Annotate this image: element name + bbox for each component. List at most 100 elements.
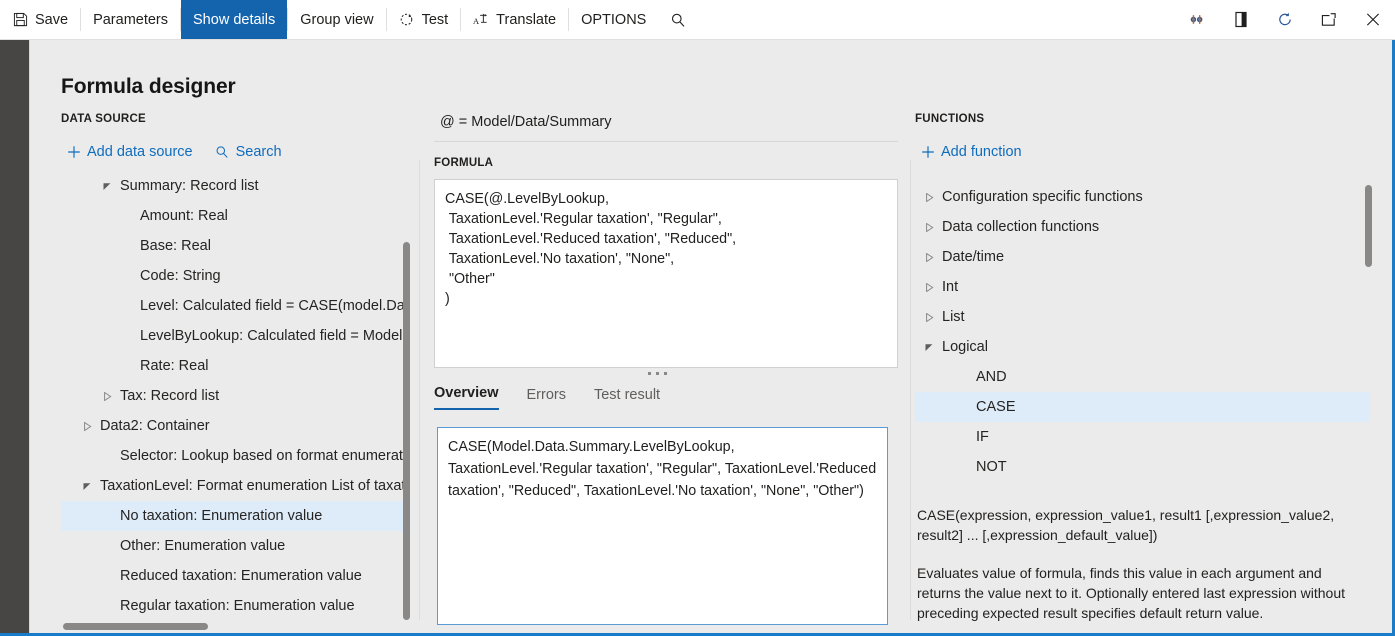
functions-tree-node-label: AND [976,369,1007,385]
functions-vscroll-thumb[interactable] [1365,185,1372,267]
data-source-hscroll-thumb[interactable] [63,623,208,630]
data-source-tree-node-label: Regular taxation: Enumeration value [120,598,355,614]
functions-tree-node-label: Logical [942,339,988,355]
functions-actions: Add function [920,144,1022,160]
translate-button[interactable]: A Translate [461,0,568,39]
chevron-right-icon[interactable] [923,191,936,204]
chevron-down-icon[interactable] [923,341,936,354]
chevron-right-icon[interactable] [923,251,936,264]
data-source-tree-node-label: Level: Calculated field = CASE(model.Dat… [140,298,403,314]
test-button-label: Test [422,12,449,28]
data-source-tree-node[interactable]: TaxationLevel: Format enumeration List o… [61,471,403,501]
functions-tree[interactable]: Configuration specific functionsData col… [915,182,1370,482]
group-view-button[interactable]: Group view [288,0,385,39]
functions-tree-node[interactable]: List [915,302,1370,332]
data-source-tree-node[interactable]: Code: String [61,261,403,291]
show-details-button[interactable]: Show details [181,0,287,39]
data-source-tree-node[interactable]: Reduced taxation: Enumeration value [61,561,403,591]
search-icon [670,12,686,28]
add-function-button[interactable]: Add function [920,144,1022,160]
data-source-caption: DATA SOURCE [61,113,146,125]
chevron-right-icon[interactable] [101,390,114,403]
tab-test-result[interactable]: Test result [594,387,660,410]
data-source-vscroll-thumb[interactable] [403,242,410,620]
data-source-tree-node[interactable]: No taxation: Enumeration value [61,501,403,531]
chevron-right-icon[interactable] [81,420,94,433]
data-source-tree-node[interactable]: Amount: Real [61,201,403,231]
data-source-actions: Add data source Search [66,144,282,160]
data-source-tree-node[interactable]: Summary: Record list [61,171,403,201]
context-path: @ = Model/Data/Summary [434,114,898,142]
column-divider-right [910,160,911,620]
options-button[interactable]: OPTIONS [569,0,658,39]
formula-editor[interactable]: CASE(@.LevelByLookup, TaxationLevel.'Reg… [434,179,898,368]
add-data-source-label: Add data source [87,144,193,160]
refresh-icon [1277,12,1293,28]
data-source-tree-node-label: Data2: Container [100,418,210,434]
add-function-label: Add function [941,144,1022,160]
data-source-tree-node[interactable]: Selector: Lookup based on format enumera… [61,441,403,471]
data-source-tree-node[interactable]: Rate: Real [61,351,403,381]
search-data-source-button[interactable]: Search [215,144,282,160]
tab-overview[interactable]: Overview [434,385,499,410]
functions-tree-node-label: Int [942,279,958,295]
data-source-tree-node-label: Other: Enumeration value [120,538,285,554]
functions-tree-node[interactable]: IF [915,422,1370,452]
help-book-icon [1233,12,1249,28]
data-source-tree-node-label: Reduced taxation: Enumeration value [120,568,362,584]
functions-tree-node[interactable]: Logical [915,332,1370,362]
overview-panel[interactable]: CASE(Model.Data.Summary.LevelByLookup, T… [437,427,888,625]
test-button[interactable]: Test [387,0,461,39]
data-source-tree-node[interactable]: Data2: Container [61,411,403,441]
popout-button[interactable] [1307,0,1351,39]
parameters-button-label: Parameters [93,12,168,28]
data-source-tree-node-label: Code: String [140,268,221,284]
functions-tree-node[interactable]: Int [915,272,1370,302]
data-source-tree-node-label: TaxationLevel: Format enumeration List o… [100,478,403,494]
functions-tree-node[interactable]: NOT [915,452,1370,482]
functions-tree-node[interactable]: Configuration specific functions [915,182,1370,212]
help-book-button[interactable] [1219,0,1263,39]
data-source-tree-node[interactable]: LevelByLookup: Calculated field = Model.… [61,321,403,351]
settings-button[interactable] [1175,0,1219,39]
save-button[interactable]: Save [0,0,80,39]
data-source-tree[interactable]: Summary: Record listAmount: RealBase: Re… [61,171,403,621]
data-source-tree-node-label: Tax: Record list [120,388,219,404]
data-source-tree-node[interactable]: Tax: Record list [61,381,403,411]
refresh-button[interactable] [1263,0,1307,39]
result-tabs: Overview Errors Test result [434,385,898,410]
functions-tree-node-label: IF [976,429,989,445]
search-button[interactable] [658,0,698,39]
function-help: CASE(expression, expression_value1, resu… [917,505,1369,623]
translate-icon: A [473,12,489,28]
command-bar-right-group [1175,0,1395,39]
chevron-right-icon[interactable] [923,221,936,234]
page-title: Formula designer [61,75,236,99]
save-icon [12,12,28,28]
functions-tree-node[interactable]: Data collection functions [915,212,1370,242]
chevron-right-icon[interactable] [923,311,936,324]
close-button[interactable] [1351,0,1395,39]
data-source-tree-node[interactable]: Other: Enumeration value [61,531,403,561]
functions-tree-node[interactable]: CASE [915,392,1370,422]
command-bar-left-group: Save Parameters Show details Group view … [0,0,698,39]
data-source-tree-node[interactable]: Level: Calculated field = CASE(model.Dat… [61,291,403,321]
search-data-source-label: Search [236,144,282,160]
add-data-source-button[interactable]: Add data source [66,144,193,160]
formula-resize-grip[interactable] [648,372,667,375]
chevron-down-icon[interactable] [101,180,114,193]
functions-tree-node-label: CASE [976,399,1016,415]
translate-button-label: Translate [496,12,556,28]
formula-caption: FORMULA [434,157,493,169]
functions-tree-node[interactable]: Date/time [915,242,1370,272]
data-source-tree-node[interactable]: Base: Real [61,231,403,261]
functions-tree-node[interactable]: AND [915,362,1370,392]
functions-tree-node-label: NOT [976,459,1007,475]
parameters-button[interactable]: Parameters [81,0,180,39]
chevron-down-icon[interactable] [81,480,94,493]
chevron-right-icon[interactable] [923,281,936,294]
data-source-tree-node[interactable]: Regular taxation: Enumeration value [61,591,403,621]
functions-tree-node-label: Date/time [942,249,1004,265]
tab-errors[interactable]: Errors [527,387,566,410]
close-icon [1365,12,1381,28]
